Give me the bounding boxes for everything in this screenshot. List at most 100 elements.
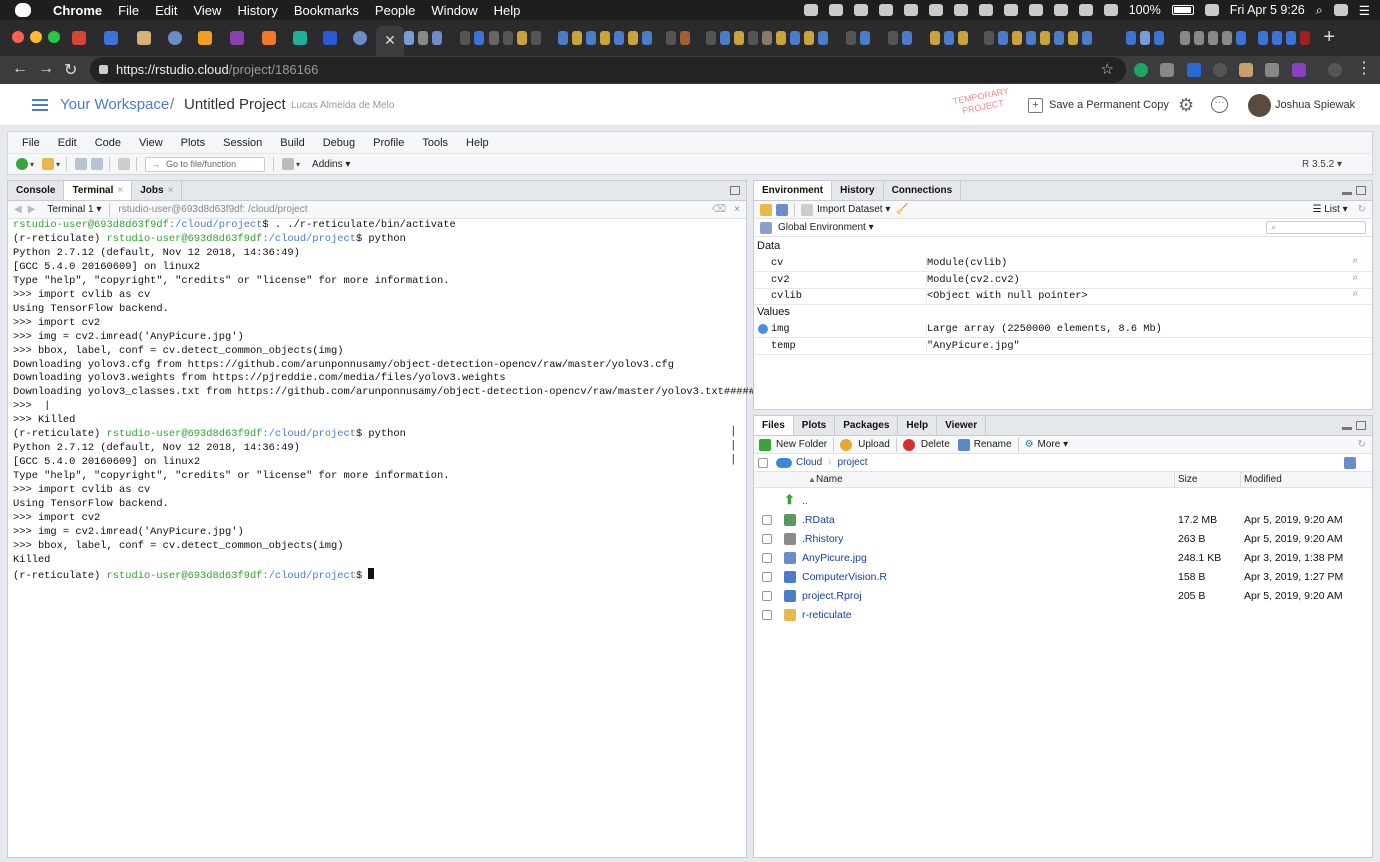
chevron-down-icon[interactable]: ▾ [56, 160, 60, 169]
tab-favicon[interactable] [998, 31, 1008, 45]
view-data-icon[interactable]: ⌕ [1352, 289, 1358, 301]
tab-favicon[interactable] [432, 31, 442, 45]
tab-favicon[interactable] [230, 31, 244, 45]
file-row[interactable]: ComputerVision.R 158 B Apr 3, 2019, 1:27… [754, 568, 1372, 587]
delete-button[interactable]: Delete [921, 439, 950, 450]
project-title[interactable]: Untitled Project [184, 96, 286, 113]
new-file-icon[interactable] [16, 158, 28, 170]
tab-favicon[interactable] [1140, 31, 1150, 45]
sort-arrow-icon[interactable]: ▲ [808, 475, 816, 484]
file-checkbox[interactable] [762, 572, 772, 582]
menu-edit[interactable]: Edit [147, 3, 185, 18]
tab-favicon[interactable] [748, 31, 758, 45]
file-row[interactable]: r-reticulate [754, 606, 1372, 625]
tab-help[interactable]: Help [898, 416, 938, 435]
tab-favicon[interactable] [1026, 31, 1036, 45]
tab-favicon[interactable] [474, 31, 484, 45]
apple-icon[interactable] [15, 3, 31, 17]
tab-favicon[interactable] [353, 31, 367, 45]
more-menu-button[interactable]: More ▾ [1038, 439, 1069, 450]
forward-arrow-icon[interactable]: → [38, 60, 54, 78]
restore-pane-icon[interactable] [730, 186, 740, 195]
refresh-icon[interactable]: ↻ [1358, 204, 1366, 215]
tab-favicon[interactable] [1236, 31, 1246, 45]
tab-favicon[interactable] [517, 31, 527, 45]
menu-view[interactable]: View [185, 3, 229, 18]
ide-menu-file[interactable]: File [22, 137, 40, 149]
tray-icon[interactable] [953, 4, 968, 16]
tab-favicon[interactable] [944, 31, 954, 45]
tab-favicon[interactable] [776, 31, 786, 45]
extension-icon[interactable] [1187, 63, 1201, 77]
workspace-link[interactable]: Your Workspace [60, 96, 169, 113]
minimize-pane-icon[interactable] [1342, 427, 1352, 430]
terminal-output[interactable]: rstudio-user@693d8d63f9df:/cloud/project… [13, 219, 755, 584]
tab-favicon[interactable] [503, 31, 513, 45]
rename-button[interactable]: Rename [974, 439, 1012, 450]
go-to-project-icon[interactable] [1344, 456, 1356, 469]
menu-file[interactable]: File [110, 3, 147, 18]
tab-favicon[interactable] [531, 31, 541, 45]
ide-menu-session[interactable]: Session [223, 137, 262, 149]
tray-icon[interactable] [853, 4, 868, 16]
maximize-pane-icon[interactable] [1356, 186, 1366, 195]
file-checkbox[interactable] [762, 534, 772, 544]
print-icon[interactable] [118, 158, 131, 170]
close-icon[interactable]: × [168, 181, 174, 200]
select-all-checkbox[interactable] [758, 457, 768, 468]
clock[interactable]: Fri Apr 5 9:26 [1230, 3, 1305, 17]
upload-button[interactable]: Upload [858, 439, 890, 450]
zoom-window-icon[interactable] [48, 31, 60, 43]
close-window-icon[interactable] [12, 31, 24, 43]
tray-icon[interactable] [828, 4, 843, 16]
tab-favicon[interactable] [572, 31, 582, 45]
menu-window[interactable]: Window [423, 3, 485, 18]
column-name[interactable]: Name [816, 474, 843, 485]
global-environment-select[interactable]: Global Environment ▾ [778, 222, 874, 233]
tab-favicon[interactable] [628, 31, 638, 45]
notification-center-icon[interactable]: ☰ [1359, 3, 1370, 18]
addins-menu[interactable]: Addins ▾ [312, 159, 350, 170]
tab-files[interactable]: Files [754, 416, 794, 435]
tab-favicon[interactable] [706, 31, 716, 45]
menu-app-name[interactable]: Chrome [45, 3, 110, 18]
file-name[interactable]: .RData [802, 514, 835, 526]
breadcrumb-project[interactable]: project [837, 457, 867, 468]
minimize-window-icon[interactable] [30, 31, 42, 43]
env-row[interactable]: temp "AnyPicure.jpg" [754, 338, 1372, 355]
tab-favicon[interactable] [418, 31, 428, 45]
ide-menu-view[interactable]: View [139, 137, 163, 149]
tab-favicon[interactable] [818, 31, 828, 45]
active-tab-close-icon[interactable]: ✕ [376, 26, 404, 56]
import-dataset-icon[interactable] [801, 203, 813, 216]
tab-favicon[interactable] [1012, 31, 1022, 45]
tab-favicon[interactable] [804, 31, 814, 45]
siri-icon[interactable] [1333, 4, 1348, 16]
tab-favicon[interactable] [680, 31, 690, 45]
file-name[interactable]: AnyPicure.jpg [802, 552, 867, 564]
tray-icon[interactable] [1003, 4, 1018, 16]
new-tab-button[interactable]: + [1323, 26, 1335, 49]
extension-icon[interactable] [1292, 63, 1306, 77]
tab-jobs[interactable]: Jobs × [132, 181, 183, 200]
file-checkbox[interactable] [762, 515, 772, 525]
tray-icon[interactable] [803, 4, 818, 16]
tray-icon[interactable] [978, 4, 993, 16]
environment-search-input[interactable]: ⌕ [1266, 221, 1366, 234]
tray-icon[interactable] [1103, 4, 1118, 16]
tab-favicon[interactable] [586, 31, 596, 45]
tab-plots[interactable]: Plots [794, 416, 836, 435]
save-permanent-copy-button[interactable]: + Save a Permanent Copy [1028, 94, 1169, 116]
file-row[interactable]: AnyPicure.jpg 248.1 KB Apr 3, 2019, 1:38… [754, 549, 1372, 568]
expand-icon[interactable] [758, 324, 768, 334]
menu-people[interactable]: People [367, 3, 423, 18]
tray-icon[interactable] [878, 4, 893, 16]
maximize-pane-icon[interactable] [1356, 421, 1366, 430]
terminal-select[interactable]: Terminal 1 ▾ [47, 204, 101, 215]
breadcrumb-cloud[interactable]: Cloud [796, 457, 822, 468]
parent-directory-link[interactable]: .. [802, 495, 808, 507]
view-data-icon[interactable]: ⌕ [1352, 273, 1358, 285]
menu-bookmarks[interactable]: Bookmarks [286, 3, 367, 18]
ide-menu-profile[interactable]: Profile [373, 137, 404, 149]
tab-favicon[interactable] [958, 31, 968, 45]
